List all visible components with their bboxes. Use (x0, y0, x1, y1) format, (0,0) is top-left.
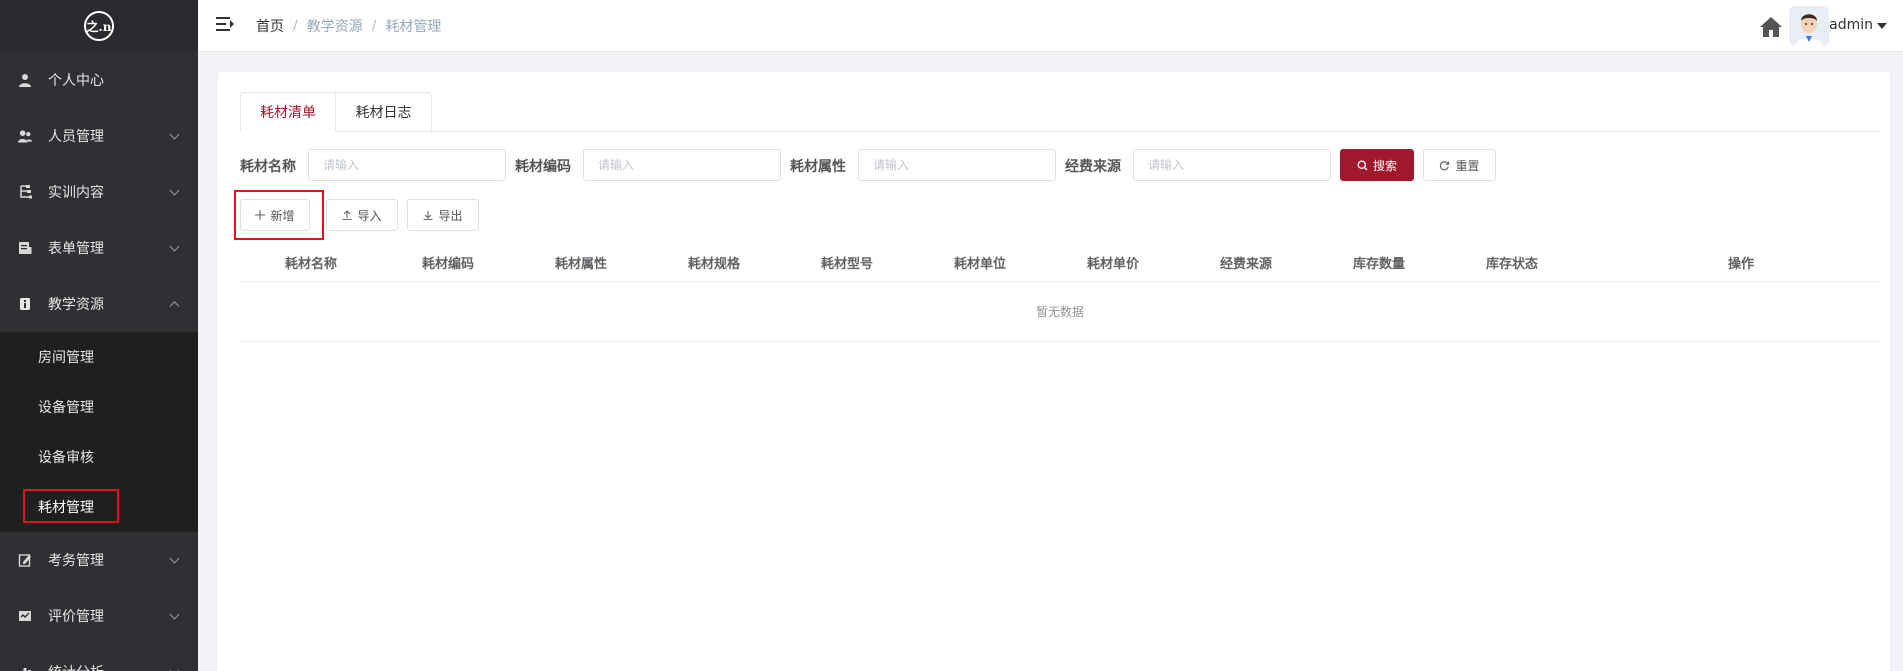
sidebar-item-label: 表单管理 (48, 241, 104, 257)
top-header: 首页 / 教学资源 / 耗材管理 admin (198, 0, 1903, 52)
filter-bar: 耗材名称 耗材编码 耗材属性 经费来源 搜索 重置 (240, 148, 1880, 182)
consumable-name-input[interactable] (308, 149, 506, 181)
sidebar-subitem-consumables[interactable]: 耗材管理 (0, 482, 198, 532)
caret-down-icon[interactable] (1877, 23, 1887, 29)
refresh-icon (1439, 160, 1450, 171)
evaluate-icon (18, 609, 32, 623)
reset-button[interactable]: 重置 (1423, 149, 1496, 181)
export-button[interactable]: 导出 (407, 199, 479, 231)
chevron-down-icon (169, 665, 180, 671)
empty-state: 暂无数据 (240, 282, 1880, 342)
chevron-down-icon (169, 609, 180, 620)
column-header: 耗材属性 (555, 257, 608, 272)
sidebar-subitem-equipment-review[interactable]: 设备审核 (0, 432, 198, 482)
column-header: 库存数量 (1353, 257, 1406, 272)
column-header: 操作 (1728, 257, 1755, 272)
chevron-down-icon (169, 241, 180, 252)
breadcrumb-current: 耗材管理 (385, 19, 442, 35)
tab-consumables-log[interactable]: 耗材日志 (335, 92, 432, 132)
breadcrumb-separator: / (371, 18, 377, 34)
tabs: 耗材清单 耗材日志 (240, 92, 1880, 132)
sidebar-item-label: 教学资源 (48, 297, 104, 313)
filter-label-funding: 经费来源 (1065, 159, 1121, 175)
user-name[interactable]: admin (1829, 17, 1873, 33)
search-button[interactable]: 搜索 (1340, 149, 1414, 181)
breadcrumb: 首页 / 教学资源 / 耗材管理 (256, 16, 441, 36)
add-button[interactable]: 新增 (240, 199, 310, 231)
sidebar-item-exam-affairs[interactable]: 考务管理 (0, 532, 198, 588)
import-button[interactable]: 导入 (326, 199, 398, 231)
plus-icon (255, 210, 266, 220)
search-button-label: 搜索 (1372, 158, 1397, 173)
resource-icon (18, 297, 32, 311)
edit-icon (18, 553, 32, 567)
consumable-attribute-input[interactable] (858, 149, 1056, 181)
sidebar-item-label: 评价管理 (48, 609, 104, 625)
action-bar: 新增 导入 导出 (234, 190, 640, 240)
sidebar-item-label: 实训内容 (48, 185, 104, 201)
column-header: 耗材单价 (1087, 257, 1140, 272)
sidebar-item-label: 人员管理 (48, 129, 104, 145)
reset-button-label: 重置 (1455, 158, 1480, 173)
sidebar-item-personnel[interactable]: 人员管理 (0, 108, 198, 164)
sidebar-subitem-label: 房间管理 (38, 350, 94, 366)
sidebar-item-personal-center[interactable]: 个人中心 (0, 52, 198, 108)
submenu-teaching-resources: 房间管理 设备管理 设备审核 耗材管理 (0, 332, 198, 532)
sidebar-item-statistics[interactable]: 统计分析 (0, 644, 198, 671)
sidebar-item-label: 统计分析 (48, 662, 104, 671)
search-icon (1357, 160, 1368, 171)
breadcrumb-item: 教学资源 (306, 19, 363, 35)
column-header: 耗材单位 (954, 257, 1007, 272)
download-icon (423, 210, 433, 220)
column-header: 耗材名称 (285, 257, 338, 272)
table-header: 耗材名称 耗材编码 耗材属性 耗材规格 耗材型号 耗材单位 耗材单价 经费来源 … (240, 240, 1880, 282)
sidebar-subitem-label: 设备审核 (38, 450, 94, 466)
users-icon (18, 129, 32, 143)
breadcrumb-home[interactable]: 首页 (256, 16, 284, 36)
sidebar-item-training[interactable]: 实训内容 (0, 164, 198, 220)
consumable-code-input[interactable] (583, 149, 781, 181)
sidebar: 之.n 个人中心 人员管理 实训内容 表单管理 教学资源 房间管理 设备管理 设… (0, 0, 198, 671)
logo: 之.n (0, 0, 198, 52)
avatar[interactable] (1789, 6, 1829, 46)
chart-icon (18, 665, 32, 671)
chevron-up-icon (169, 301, 180, 312)
sidebar-item-label: 考务管理 (48, 553, 104, 569)
hamburger-menu-icon[interactable] (216, 17, 234, 31)
filter-label-name: 耗材名称 (240, 159, 296, 175)
chevron-down-icon (169, 185, 180, 196)
consumables-table: 耗材名称 耗材编码 耗材属性 耗材规格 耗材型号 耗材单位 耗材单价 经费来源 … (240, 240, 1880, 342)
funding-source-input[interactable] (1133, 149, 1331, 181)
add-button-label: 新增 (270, 208, 295, 223)
sidebar-subitem-label: 设备管理 (38, 400, 94, 416)
logo-icon: 之.n (84, 11, 114, 41)
tab-consumables-list[interactable]: 耗材清单 (240, 92, 336, 132)
upload-icon (342, 210, 352, 220)
export-button-label: 导出 (438, 208, 463, 223)
form-icon (18, 241, 32, 255)
column-header: 经费来源 (1220, 257, 1273, 272)
sidebar-item-forms[interactable]: 表单管理 (0, 220, 198, 276)
chevron-down-icon (169, 129, 180, 140)
main-card: 耗材清单 耗材日志 耗材名称 耗材编码 耗材属性 经费来源 搜索 重置 (218, 72, 1890, 671)
filter-label-code: 耗材编码 (515, 159, 571, 175)
sidebar-item-label: 个人中心 (48, 73, 104, 89)
column-header: 耗材规格 (688, 257, 741, 272)
sidebar-item-evaluation[interactable]: 评价管理 (0, 588, 198, 644)
home-icon[interactable] (1759, 16, 1783, 38)
filter-label-attribute: 耗材属性 (790, 159, 846, 175)
column-header: 耗材型号 (821, 257, 874, 272)
highlight-box (23, 489, 119, 523)
column-header: 库存状态 (1486, 257, 1539, 272)
breadcrumb-separator: / (293, 18, 298, 34)
sidebar-subitem-rooms[interactable]: 房间管理 (0, 332, 198, 382)
column-header: 耗材编码 (422, 257, 475, 272)
tree-icon (18, 185, 32, 199)
user-icon (18, 73, 32, 87)
import-button-label: 导入 (357, 208, 382, 223)
chevron-down-icon (169, 553, 180, 564)
sidebar-item-teaching-resources[interactable]: 教学资源 (0, 276, 198, 332)
sidebar-subitem-equipment[interactable]: 设备管理 (0, 382, 198, 432)
